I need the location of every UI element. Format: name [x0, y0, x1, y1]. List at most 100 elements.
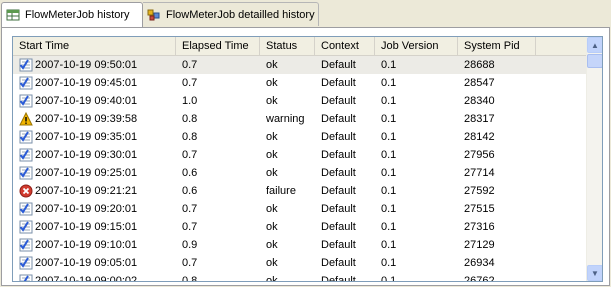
- cell-context: Default: [321, 185, 356, 197]
- cell-filler: [536, 74, 588, 92]
- cell-status: ok: [266, 257, 278, 269]
- cell-elapsed: 0.7: [182, 257, 198, 269]
- cell-status: ok: [266, 167, 278, 179]
- cell-status: ok: [266, 239, 278, 251]
- scroll-down-button[interactable]: ▼: [587, 265, 602, 281]
- cell-start-text: 2007-10-19 09:10:01: [35, 239, 138, 251]
- job-ok-icon: [19, 166, 33, 180]
- cell-elapsed: 0.7: [182, 149, 198, 161]
- cell-start: 2007-10-19 09:05:01: [13, 254, 176, 272]
- vertical-scrollbar[interactable]: ▲ ▼: [586, 37, 602, 281]
- cell-start-text: 2007-10-19 09:15:01: [35, 221, 138, 233]
- cell-elapsed: 0.6: [182, 185, 198, 197]
- cell-version: 0.1: [381, 95, 397, 107]
- table-row[interactable]: 2007-10-19 09:30:01 0.7 ok Default 0.1 27956: [13, 146, 588, 164]
- cell-context: Default: [321, 203, 356, 215]
- cell-version: 0.1: [381, 113, 397, 125]
- error-icon: [19, 184, 33, 198]
- cell-pid: 27592: [464, 185, 495, 197]
- cell-pid: 26934: [464, 257, 495, 269]
- history-table: Start Time Elapsed Time Status Context J…: [12, 36, 603, 282]
- table-row[interactable]: 2007-10-19 09:35:01 0.8 ok Default 0.1 28142: [13, 128, 588, 146]
- cell-start-text: 2007-10-19 09:30:01: [35, 149, 138, 161]
- cell-context: Default: [321, 95, 356, 107]
- job-ok-icon: [19, 94, 33, 108]
- cell-start-text: 2007-10-19 09:45:01: [35, 77, 138, 89]
- cell-pid: 28317: [464, 113, 495, 125]
- cell-start-text: 2007-10-19 09:21:21: [35, 185, 138, 197]
- column-header-start-time[interactable]: Start Time: [13, 37, 176, 56]
- table-row[interactable]: 2007-10-19 09:20:01 0.7 ok Default 0.1 27515: [13, 200, 588, 218]
- cell-filler: [536, 110, 588, 128]
- cell-start: 2007-10-19 09:00:02: [13, 272, 176, 281]
- cell-elapsed: 1.0: [182, 95, 198, 107]
- cell-filler: [536, 200, 588, 218]
- cell-pid: 28547: [464, 77, 495, 89]
- table-row[interactable]: 2007-10-19 09:45:01 0.7 ok Default 0.1 28547: [13, 74, 588, 92]
- table-row[interactable]: 2007-10-19 09:50:01 0.7 ok Default 0.1 28688: [13, 56, 588, 74]
- cell-start-text: 2007-10-19 09:40:01: [35, 95, 138, 107]
- cell-context: Default: [321, 239, 356, 251]
- cell-start: 2007-10-19 09:39:58: [13, 110, 176, 128]
- cell-filler: [536, 182, 588, 200]
- column-header-elapsed-time[interactable]: Elapsed Time: [176, 37, 260, 56]
- table-header: Start Time Elapsed Time Status Context J…: [13, 37, 588, 56]
- scrollbar-thumb[interactable]: [587, 54, 602, 68]
- cell-context: Default: [321, 221, 356, 233]
- table-row[interactable]: 2007-10-19 09:10:01 0.9 ok Default 0.1 27129: [13, 236, 588, 254]
- column-header-context[interactable]: Context: [315, 37, 375, 56]
- cell-filler: [536, 146, 588, 164]
- cell-elapsed: 0.7: [182, 221, 198, 233]
- cell-start-text: 2007-10-19 09:25:01: [35, 167, 138, 179]
- cell-status: ok: [266, 95, 278, 107]
- cell-start-text: 2007-10-19 09:35:01: [35, 131, 138, 143]
- cell-filler: [536, 236, 588, 254]
- cell-status: ok: [266, 59, 278, 71]
- cell-version: 0.1: [381, 239, 397, 251]
- job-ok-icon: [19, 256, 33, 270]
- column-header-status[interactable]: Status: [260, 37, 315, 56]
- table-row[interactable]: 2007-10-19 09:25:01 0.6 ok Default 0.1 27714: [13, 164, 588, 182]
- cell-version: 0.1: [381, 257, 397, 269]
- cell-version: 0.1: [381, 275, 397, 282]
- table-row[interactable]: 2007-10-19 09:39:58 0.8 warning Default 0.1 2…: [13, 110, 588, 128]
- tab-flowmeterjob-history[interactable]: FlowMeterJob history: [1, 2, 143, 27]
- cell-context: Default: [321, 131, 356, 143]
- column-header-job-version[interactable]: Job Version: [375, 37, 458, 56]
- cell-pid: 28688: [464, 59, 495, 71]
- cell-elapsed: 0.8: [182, 275, 198, 282]
- cell-version: 0.1: [381, 221, 397, 233]
- cell-status: failure: [266, 185, 296, 197]
- cell-version: 0.1: [381, 149, 397, 161]
- cell-start-text: 2007-10-19 09:50:01: [35, 59, 138, 71]
- scroll-up-button[interactable]: ▲: [587, 37, 602, 53]
- table-row[interactable]: 2007-10-19 09:00:02 0.8 ok Default 0.1 26762: [13, 272, 588, 282]
- cell-pid: 28142: [464, 131, 495, 143]
- chevron-up-icon: ▲: [591, 40, 599, 50]
- cell-status: ok: [266, 131, 278, 143]
- table-icon: [6, 8, 20, 22]
- column-header-filler: [536, 37, 588, 56]
- cell-filler: [536, 272, 588, 281]
- column-header-system-pid[interactable]: System Pid: [458, 37, 536, 56]
- table-row[interactable]: 2007-10-19 09:40:01 1.0 ok Default 0.1 28340: [13, 92, 588, 110]
- cell-start: 2007-10-19 09:50:01: [13, 56, 176, 74]
- tab-flowmeterjob-detailled-history[interactable]: FlowMeterJob detailled history: [143, 2, 319, 26]
- cell-elapsed: 0.7: [182, 203, 198, 215]
- cell-pid: 27515: [464, 203, 495, 215]
- cell-start: 2007-10-19 09:20:01: [13, 200, 176, 218]
- cell-context: Default: [321, 149, 356, 161]
- cell-version: 0.1: [381, 77, 397, 89]
- table-row[interactable]: 2007-10-19 09:15:01 0.7 ok Default 0.1 27316: [13, 218, 588, 236]
- table-row[interactable]: 2007-10-19 09:21:21 0.6 failure Default 0.1 2…: [13, 182, 588, 200]
- job-ok-icon: [19, 58, 33, 72]
- cell-context: Default: [321, 257, 356, 269]
- cell-status: ok: [266, 203, 278, 215]
- cell-pid: 27956: [464, 149, 495, 161]
- cell-elapsed: 0.7: [182, 59, 198, 71]
- cell-version: 0.1: [381, 185, 397, 197]
- editor-tab-bar: FlowMeterJob history FlowMeterJob detail…: [0, 0, 611, 27]
- cell-start-text: 2007-10-19 09:05:01: [35, 257, 138, 269]
- cell-start: 2007-10-19 09:30:01: [13, 146, 176, 164]
- table-row[interactable]: 2007-10-19 09:05:01 0.7 ok Default 0.1 26934: [13, 254, 588, 272]
